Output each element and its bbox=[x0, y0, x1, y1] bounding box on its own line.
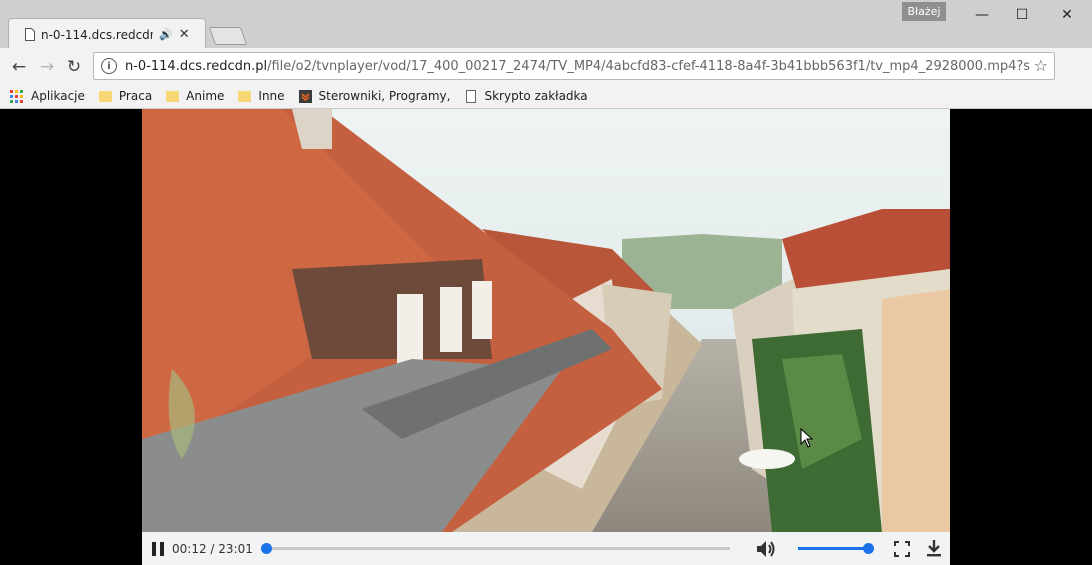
time-display: 00:12 / 23:01 bbox=[172, 541, 253, 556]
profile-button[interactable]: Błażej bbox=[902, 2, 946, 21]
bookmark-folder-praca[interactable]: Praca bbox=[98, 89, 153, 103]
folder-icon bbox=[98, 90, 112, 102]
title-bar: n-0-114.dcs.redcdn.pl 🔊 ✕ Błażej — ☐ ✕ bbox=[0, 0, 1092, 50]
video-still-image bbox=[142, 109, 950, 532]
new-tab-button[interactable] bbox=[208, 27, 248, 45]
tab-title: n-0-114.dcs.redcdn.pl bbox=[41, 27, 153, 42]
site-favicon bbox=[298, 89, 312, 103]
folder-icon bbox=[238, 90, 252, 102]
volume-slider[interactable] bbox=[798, 543, 874, 554]
bookmark-label: Skrypto zakładka bbox=[484, 89, 588, 103]
video-frame[interactable] bbox=[142, 109, 950, 532]
seek-handle[interactable] bbox=[261, 543, 273, 554]
pause-button[interactable] bbox=[152, 541, 164, 556]
video-controls-bar: 00:12 / 23:01 bbox=[142, 532, 950, 565]
folder-icon bbox=[166, 90, 180, 102]
fullscreen-icon[interactable] bbox=[894, 541, 910, 557]
bookmark-folder-inne[interactable]: Inne bbox=[238, 89, 285, 103]
browser-tab[interactable]: n-0-114.dcs.redcdn.pl 🔊 ✕ bbox=[8, 18, 206, 50]
bookmark-sterowniki[interactable]: Sterowniki, Programy, bbox=[298, 89, 451, 103]
bookmark-label: Praca bbox=[118, 89, 153, 103]
bookmark-label: Inne bbox=[258, 89, 285, 103]
volume-icon[interactable] bbox=[754, 538, 778, 560]
forward-button[interactable]: → bbox=[36, 56, 58, 78]
back-button[interactable]: ← bbox=[8, 56, 30, 78]
info-icon[interactable]: i bbox=[101, 58, 117, 74]
page-icon bbox=[466, 89, 477, 103]
bookmark-label: Sterowniki, Programy, bbox=[318, 89, 451, 103]
url-text[interactable]: n-0-114.dcs.redcdn.pl/file/o2/tvnplayer/… bbox=[125, 59, 1030, 74]
tab-close-button[interactable]: ✕ bbox=[179, 27, 190, 42]
maximize-button[interactable]: ☐ bbox=[1007, 4, 1037, 26]
apps-grid-icon bbox=[10, 89, 23, 103]
bookmark-folder-anime[interactable]: Anime bbox=[166, 89, 224, 103]
reload-button[interactable]: ↻ bbox=[63, 56, 85, 78]
address-bar[interactable]: i n-0-114.dcs.redcdn.pl/file/o2/tvnplaye… bbox=[93, 52, 1055, 80]
url-path: /file/o2/tvnplayer/vod/17_400_00217_2474… bbox=[267, 58, 1030, 74]
bookmark-skrypto[interactable]: Skrypto zakładka bbox=[466, 89, 588, 103]
download-icon[interactable] bbox=[925, 539, 943, 557]
bookmark-apps[interactable]: Aplikacje bbox=[10, 89, 85, 103]
bookmark-star-icon[interactable]: ☆ bbox=[1034, 56, 1048, 75]
seek-bar[interactable] bbox=[261, 543, 730, 554]
close-window-button[interactable]: ✕ bbox=[1052, 4, 1082, 26]
bookmark-label: Anime bbox=[186, 89, 225, 103]
minimize-button[interactable]: — bbox=[967, 4, 997, 26]
mouse-cursor-icon bbox=[800, 428, 814, 448]
page-icon bbox=[25, 28, 35, 41]
url-host: n-0-114.dcs.redcdn.pl bbox=[125, 58, 268, 74]
volume-handle[interactable] bbox=[863, 543, 874, 554]
speaker-icon[interactable]: 🔊 bbox=[159, 28, 173, 41]
bookmark-label: Aplikacje bbox=[31, 89, 85, 103]
bookmarks-bar: Aplikacje Praca Anime Inne Sterowniki, P… bbox=[0, 84, 1092, 109]
